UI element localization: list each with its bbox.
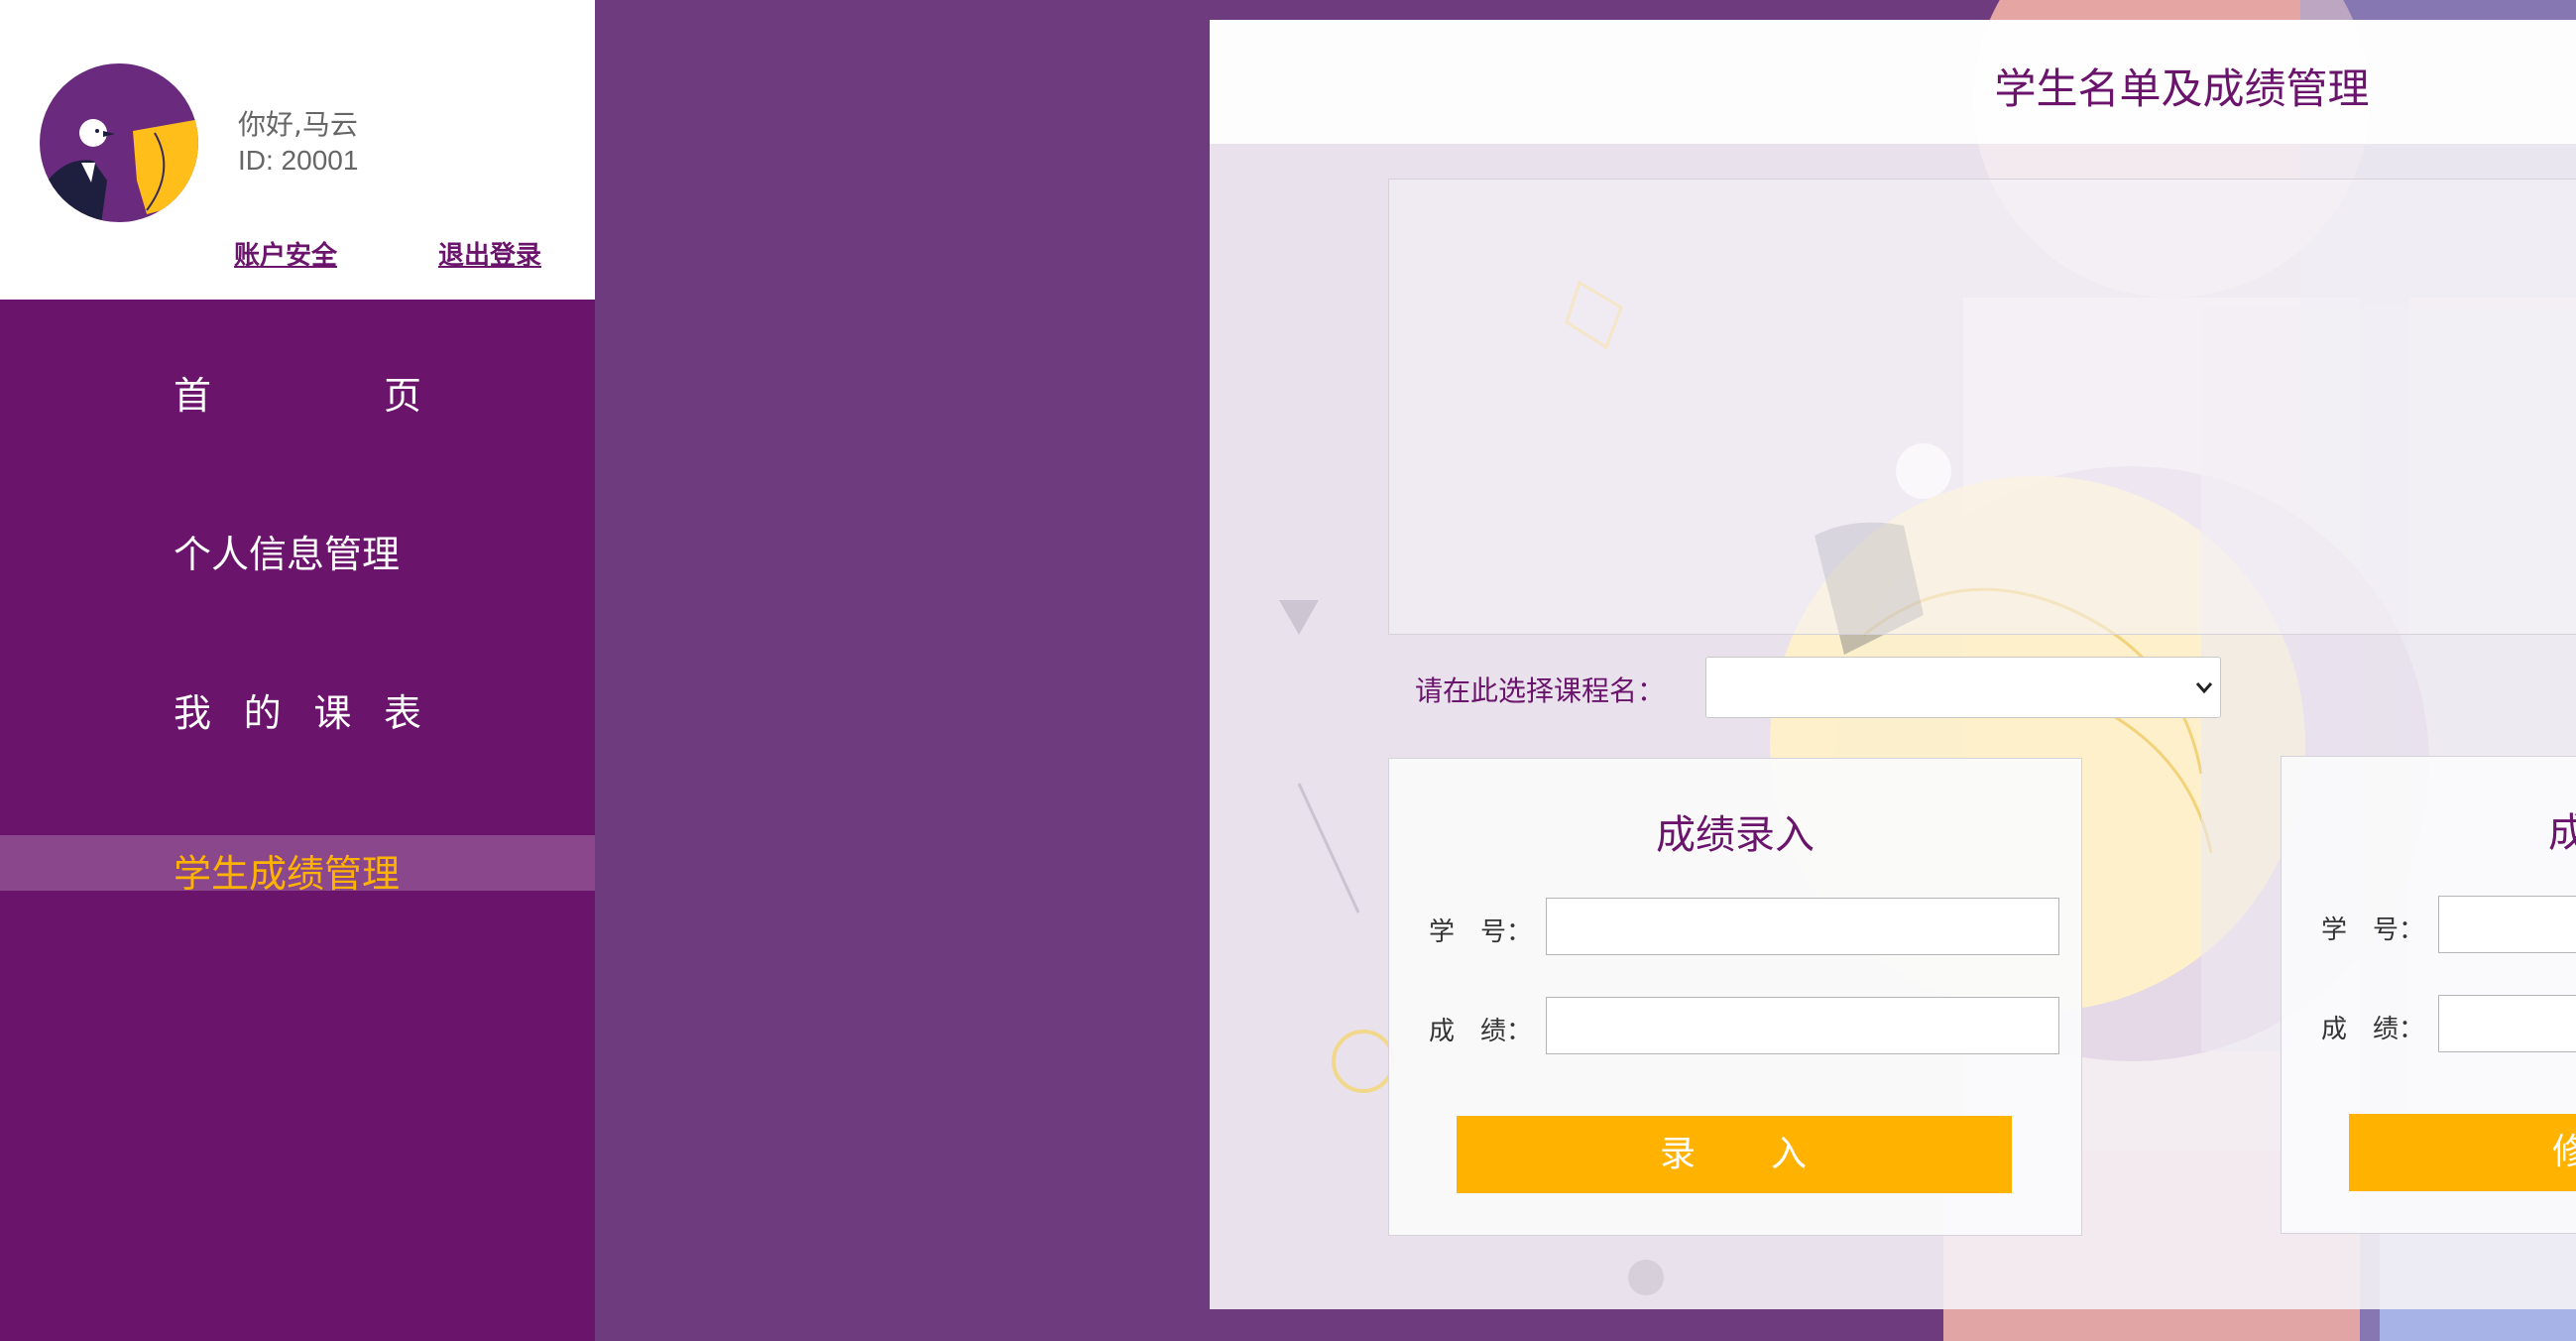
nav-label-part: 我 [174,691,212,735]
nav-label-part: 首 [174,374,212,418]
nav-item-label: 我 的 课 表 [174,682,421,737]
course-select[interactable] [1705,657,2221,718]
sidebar: 你好,马云 ID: 20001 账户安全 退出登录 首 页 个人信息管理 我 的… [0,0,595,1341]
nav-item-my-schedule[interactable]: 我 的 课 表 [0,674,595,735]
nav-label-part: 课 [313,691,352,735]
chevron-down-icon [2195,682,2213,694]
nav-label-part: 页 [383,374,421,418]
nav-item-grade-management[interactable]: 学生成绩管理 [0,835,595,896]
modify-score-label: 成 绩： [2321,1015,2425,1044]
grade-entry-title: 成绩录入 [1656,812,1815,858]
button-label: 修 改 [2552,1114,2576,1191]
modify-student-id-label: 学 号： [2321,915,2425,945]
nav-label-part: 的 [243,691,282,735]
nav-label-part: 表 [383,691,421,735]
nav-item-home[interactable]: 首 页 [0,357,595,418]
button-label: 录 入 [1660,1116,1809,1193]
course-select-label: 请在此选择课程名： [1415,674,1666,707]
button-label-part: 录 [1660,1134,1698,1174]
grade-entry-card: 成绩录入 学 号： 成 绩： 录 入 [1388,758,2082,1236]
student-list-area [1388,179,2576,635]
modify-score-input[interactable] [2438,995,2576,1052]
entry-score-label: 成 绩： [1429,1017,1533,1046]
grade-modify-title: 成绩修改 [2548,810,2576,856]
nav-item-label: 学生成绩管理 [174,852,401,896]
entry-student-id-label: 学 号： [1429,917,1533,947]
button-label-part: 入 [1770,1134,1809,1174]
modify-student-id-input[interactable] [2438,896,2576,953]
account-security-link[interactable]: 账户安全 [234,235,337,272]
grade-modify-card: 成绩修改 学 号： 成 绩： 修 改 [2281,756,2576,1234]
nav-item-label: 个人信息管理 [174,533,401,576]
button-label-part: 修 [2552,1132,2576,1172]
nav-item-personal-info[interactable]: 个人信息管理 [0,516,595,576]
modify-grade-button[interactable]: 修 改 [2349,1114,2576,1191]
profile-card: 你好,马云 ID: 20001 账户安全 退出登录 [0,0,595,300]
nav-item-label: 首 页 [174,365,421,420]
main-background: 学生名单及成绩管理 请在此选择课程名： 成绩录入 学 号： 成 绩： 录 入 成… [595,0,2576,1341]
page-header: 学生名单及成绩管理 [1210,20,2576,144]
avatar [40,63,198,222]
enter-grade-button[interactable]: 录 入 [1457,1116,2012,1193]
entry-score-input[interactable] [1546,997,2059,1054]
greeting-text: 你好,马云 [238,108,358,141]
entry-student-id-input[interactable] [1546,898,2059,955]
content-panel: 学生名单及成绩管理 请在此选择课程名： 成绩录入 学 号： 成 绩： 录 入 成… [1210,20,2576,1309]
user-id-text: ID: 20001 [238,145,359,176]
logout-link[interactable]: 退出登录 [438,235,541,272]
page-title: 学生名单及成绩管理 [1994,64,2370,113]
